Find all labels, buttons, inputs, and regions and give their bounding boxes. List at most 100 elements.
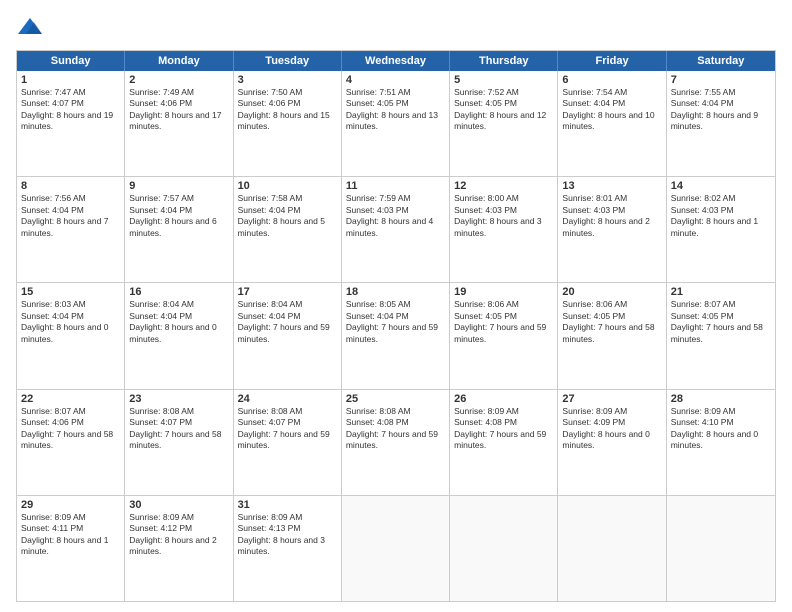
header-day-sunday: Sunday bbox=[17, 51, 125, 71]
empty-cell bbox=[558, 496, 666, 601]
week-row-1: 1Sunrise: 7:47 AMSunset: 4:07 PMDaylight… bbox=[17, 71, 775, 176]
day-cell-28: 28Sunrise: 8:09 AMSunset: 4:10 PMDayligh… bbox=[667, 390, 775, 495]
day-info: Sunrise: 8:09 AMSunset: 4:11 PMDaylight:… bbox=[21, 512, 120, 558]
day-info: Sunrise: 7:59 AMSunset: 4:03 PMDaylight:… bbox=[346, 193, 445, 239]
day-number: 24 bbox=[238, 393, 337, 405]
day-cell-21: 21Sunrise: 8:07 AMSunset: 4:05 PMDayligh… bbox=[667, 283, 775, 388]
week-row-5: 29Sunrise: 8:09 AMSunset: 4:11 PMDayligh… bbox=[17, 495, 775, 601]
day-cell-11: 11Sunrise: 7:59 AMSunset: 4:03 PMDayligh… bbox=[342, 177, 450, 282]
day-info: Sunrise: 7:50 AMSunset: 4:06 PMDaylight:… bbox=[238, 87, 337, 133]
header-day-thursday: Thursday bbox=[450, 51, 558, 71]
day-cell-1: 1Sunrise: 7:47 AMSunset: 4:07 PMDaylight… bbox=[17, 71, 125, 176]
day-info: Sunrise: 7:58 AMSunset: 4:04 PMDaylight:… bbox=[238, 193, 337, 239]
day-cell-8: 8Sunrise: 7:56 AMSunset: 4:04 PMDaylight… bbox=[17, 177, 125, 282]
day-number: 27 bbox=[562, 393, 661, 405]
day-cell-25: 25Sunrise: 8:08 AMSunset: 4:08 PMDayligh… bbox=[342, 390, 450, 495]
day-cell-4: 4Sunrise: 7:51 AMSunset: 4:05 PMDaylight… bbox=[342, 71, 450, 176]
day-number: 17 bbox=[238, 286, 337, 298]
empty-cell bbox=[342, 496, 450, 601]
empty-cell bbox=[667, 496, 775, 601]
day-cell-26: 26Sunrise: 8:09 AMSunset: 4:08 PMDayligh… bbox=[450, 390, 558, 495]
day-info: Sunrise: 8:09 AMSunset: 4:10 PMDaylight:… bbox=[671, 406, 771, 452]
day-info: Sunrise: 7:57 AMSunset: 4:04 PMDaylight:… bbox=[129, 193, 228, 239]
day-info: Sunrise: 8:08 AMSunset: 4:08 PMDaylight:… bbox=[346, 406, 445, 452]
calendar: SundayMondayTuesdayWednesdayThursdayFrid… bbox=[16, 50, 776, 602]
day-info: Sunrise: 8:09 AMSunset: 4:12 PMDaylight:… bbox=[129, 512, 228, 558]
day-info: Sunrise: 8:09 AMSunset: 4:09 PMDaylight:… bbox=[562, 406, 661, 452]
day-number: 11 bbox=[346, 180, 445, 192]
day-cell-5: 5Sunrise: 7:52 AMSunset: 4:05 PMDaylight… bbox=[450, 71, 558, 176]
day-number: 15 bbox=[21, 286, 120, 298]
day-number: 16 bbox=[129, 286, 228, 298]
day-cell-23: 23Sunrise: 8:08 AMSunset: 4:07 PMDayligh… bbox=[125, 390, 233, 495]
week-row-2: 8Sunrise: 7:56 AMSunset: 4:04 PMDaylight… bbox=[17, 176, 775, 282]
day-cell-2: 2Sunrise: 7:49 AMSunset: 4:06 PMDaylight… bbox=[125, 71, 233, 176]
day-info: Sunrise: 8:08 AMSunset: 4:07 PMDaylight:… bbox=[238, 406, 337, 452]
day-info: Sunrise: 7:49 AMSunset: 4:06 PMDaylight:… bbox=[129, 87, 228, 133]
day-number: 31 bbox=[238, 499, 337, 511]
day-number: 5 bbox=[454, 74, 553, 86]
day-info: Sunrise: 7:51 AMSunset: 4:05 PMDaylight:… bbox=[346, 87, 445, 133]
day-cell-3: 3Sunrise: 7:50 AMSunset: 4:06 PMDaylight… bbox=[234, 71, 342, 176]
day-info: Sunrise: 7:56 AMSunset: 4:04 PMDaylight:… bbox=[21, 193, 120, 239]
day-cell-29: 29Sunrise: 8:09 AMSunset: 4:11 PMDayligh… bbox=[17, 496, 125, 601]
calendar-header: SundayMondayTuesdayWednesdayThursdayFrid… bbox=[17, 51, 775, 71]
header-day-friday: Friday bbox=[558, 51, 666, 71]
day-cell-12: 12Sunrise: 8:00 AMSunset: 4:03 PMDayligh… bbox=[450, 177, 558, 282]
day-info: Sunrise: 8:07 AMSunset: 4:06 PMDaylight:… bbox=[21, 406, 120, 452]
day-number: 29 bbox=[21, 499, 120, 511]
day-number: 6 bbox=[562, 74, 661, 86]
logo-icon bbox=[16, 14, 44, 42]
day-info: Sunrise: 8:03 AMSunset: 4:04 PMDaylight:… bbox=[21, 299, 120, 345]
day-number: 3 bbox=[238, 74, 337, 86]
day-number: 8 bbox=[21, 180, 120, 192]
day-number: 28 bbox=[671, 393, 771, 405]
day-cell-10: 10Sunrise: 7:58 AMSunset: 4:04 PMDayligh… bbox=[234, 177, 342, 282]
day-number: 13 bbox=[562, 180, 661, 192]
day-cell-6: 6Sunrise: 7:54 AMSunset: 4:04 PMDaylight… bbox=[558, 71, 666, 176]
day-number: 26 bbox=[454, 393, 553, 405]
day-info: Sunrise: 8:04 AMSunset: 4:04 PMDaylight:… bbox=[129, 299, 228, 345]
day-info: Sunrise: 7:47 AMSunset: 4:07 PMDaylight:… bbox=[21, 87, 120, 133]
day-cell-15: 15Sunrise: 8:03 AMSunset: 4:04 PMDayligh… bbox=[17, 283, 125, 388]
day-cell-19: 19Sunrise: 8:06 AMSunset: 4:05 PMDayligh… bbox=[450, 283, 558, 388]
day-info: Sunrise: 8:05 AMSunset: 4:04 PMDaylight:… bbox=[346, 299, 445, 345]
day-number: 18 bbox=[346, 286, 445, 298]
header-day-monday: Monday bbox=[125, 51, 233, 71]
day-info: Sunrise: 8:04 AMSunset: 4:04 PMDaylight:… bbox=[238, 299, 337, 345]
day-number: 14 bbox=[671, 180, 771, 192]
day-number: 2 bbox=[129, 74, 228, 86]
day-info: Sunrise: 8:09 AMSunset: 4:08 PMDaylight:… bbox=[454, 406, 553, 452]
day-cell-22: 22Sunrise: 8:07 AMSunset: 4:06 PMDayligh… bbox=[17, 390, 125, 495]
day-number: 23 bbox=[129, 393, 228, 405]
day-number: 30 bbox=[129, 499, 228, 511]
calendar-body: 1Sunrise: 7:47 AMSunset: 4:07 PMDaylight… bbox=[17, 71, 775, 601]
day-info: Sunrise: 8:01 AMSunset: 4:03 PMDaylight:… bbox=[562, 193, 661, 239]
day-number: 19 bbox=[454, 286, 553, 298]
day-cell-14: 14Sunrise: 8:02 AMSunset: 4:03 PMDayligh… bbox=[667, 177, 775, 282]
day-info: Sunrise: 8:02 AMSunset: 4:03 PMDaylight:… bbox=[671, 193, 771, 239]
header bbox=[16, 14, 776, 42]
header-day-wednesday: Wednesday bbox=[342, 51, 450, 71]
day-info: Sunrise: 7:54 AMSunset: 4:04 PMDaylight:… bbox=[562, 87, 661, 133]
day-cell-24: 24Sunrise: 8:08 AMSunset: 4:07 PMDayligh… bbox=[234, 390, 342, 495]
day-info: Sunrise: 8:08 AMSunset: 4:07 PMDaylight:… bbox=[129, 406, 228, 452]
day-cell-31: 31Sunrise: 8:09 AMSunset: 4:13 PMDayligh… bbox=[234, 496, 342, 601]
day-number: 22 bbox=[21, 393, 120, 405]
day-info: Sunrise: 8:06 AMSunset: 4:05 PMDaylight:… bbox=[562, 299, 661, 345]
day-cell-13: 13Sunrise: 8:01 AMSunset: 4:03 PMDayligh… bbox=[558, 177, 666, 282]
day-number: 1 bbox=[21, 74, 120, 86]
day-cell-16: 16Sunrise: 8:04 AMSunset: 4:04 PMDayligh… bbox=[125, 283, 233, 388]
day-cell-30: 30Sunrise: 8:09 AMSunset: 4:12 PMDayligh… bbox=[125, 496, 233, 601]
day-cell-17: 17Sunrise: 8:04 AMSunset: 4:04 PMDayligh… bbox=[234, 283, 342, 388]
day-info: Sunrise: 8:06 AMSunset: 4:05 PMDaylight:… bbox=[454, 299, 553, 345]
day-number: 21 bbox=[671, 286, 771, 298]
day-info: Sunrise: 8:09 AMSunset: 4:13 PMDaylight:… bbox=[238, 512, 337, 558]
day-info: Sunrise: 7:52 AMSunset: 4:05 PMDaylight:… bbox=[454, 87, 553, 133]
day-info: Sunrise: 7:55 AMSunset: 4:04 PMDaylight:… bbox=[671, 87, 771, 133]
header-day-tuesday: Tuesday bbox=[234, 51, 342, 71]
logo bbox=[16, 14, 48, 42]
empty-cell bbox=[450, 496, 558, 601]
header-day-saturday: Saturday bbox=[667, 51, 775, 71]
day-number: 7 bbox=[671, 74, 771, 86]
